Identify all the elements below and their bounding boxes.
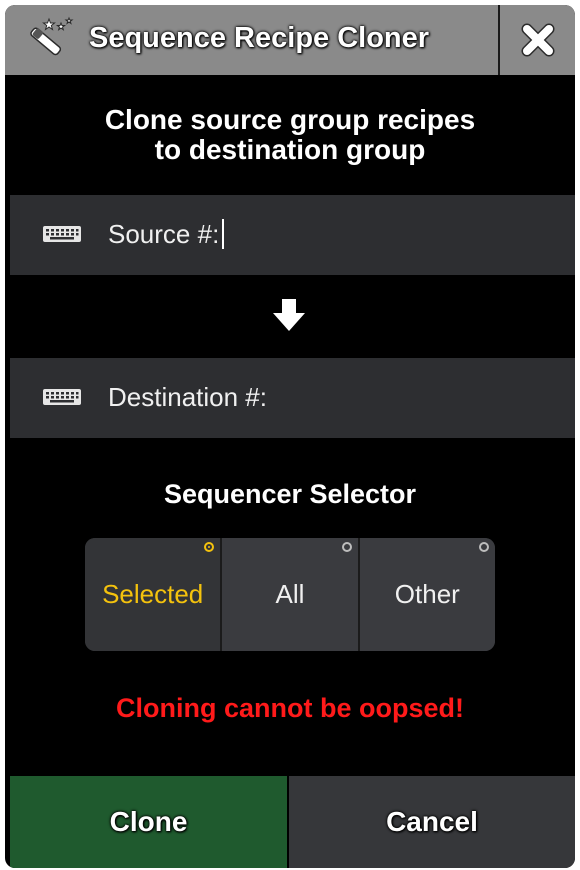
cancel-button[interactable]: Cancel bbox=[289, 776, 575, 868]
title-bar: Sequence Recipe Cloner bbox=[5, 5, 575, 75]
keyboard-icon bbox=[43, 389, 81, 405]
header-line-2: to destination group bbox=[154, 134, 426, 165]
header-message: Clone source group recipes to destinatio… bbox=[5, 105, 575, 165]
destination-label-text: Destination #: bbox=[108, 382, 267, 412]
destination-input[interactable]: Destination #: bbox=[10, 358, 575, 438]
text-caret bbox=[222, 219, 225, 250]
selector-option-label: Selected bbox=[102, 579, 204, 609]
close-icon bbox=[521, 23, 554, 57]
keyboard-icon bbox=[43, 226, 81, 242]
selector-option-label: All bbox=[275, 579, 305, 609]
header-line-1: Clone source group recipes bbox=[104, 104, 476, 135]
sequencer-selector: Selected All Other bbox=[85, 538, 495, 651]
warning-message: Cloning cannot be oopsed! bbox=[116, 693, 464, 723]
selector-option-all[interactable]: All bbox=[220, 538, 358, 651]
sequencer-selector-title: Sequencer Selector bbox=[163, 479, 417, 509]
clone-button[interactable]: Clone bbox=[10, 776, 287, 868]
window-title: Sequence Recipe Cloner bbox=[89, 22, 430, 54]
radio-indicator-icon bbox=[204, 542, 215, 552]
selector-option-label: Other bbox=[394, 579, 460, 609]
close-button[interactable] bbox=[500, 5, 575, 75]
source-label: Source #: bbox=[108, 195, 225, 275]
radio-indicator-icon bbox=[341, 542, 352, 552]
destination-label: Destination #: bbox=[108, 358, 267, 438]
magic-wand-icon bbox=[30, 16, 74, 56]
selector-option-other[interactable]: Other bbox=[357, 538, 495, 651]
source-label-text: Source #: bbox=[108, 219, 220, 249]
radio-indicator-icon bbox=[478, 542, 489, 552]
sequence-recipe-cloner-dialog: Sequence Recipe Cloner Clone source grou… bbox=[5, 5, 575, 868]
arrow-down-icon bbox=[273, 299, 305, 331]
selector-option-selected[interactable]: Selected bbox=[85, 538, 221, 651]
source-input[interactable]: Source #: bbox=[10, 195, 575, 275]
